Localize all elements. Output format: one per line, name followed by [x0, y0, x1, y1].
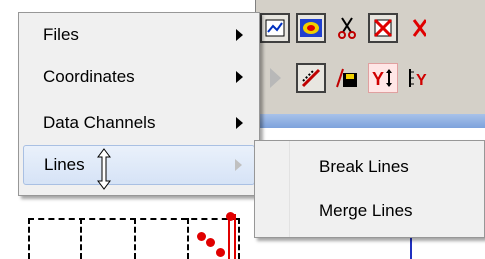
plot-marker	[226, 212, 235, 221]
plot-gridline	[187, 218, 189, 259]
plot-marker	[216, 248, 225, 257]
delete-icon[interactable]	[368, 13, 398, 43]
svg-text:Y: Y	[372, 69, 384, 89]
plot-stem	[234, 214, 236, 259]
plot-gridline	[134, 218, 136, 259]
resize-cursor-icon	[97, 148, 111, 190]
y-scale-icon[interactable]: Y	[368, 63, 398, 93]
line-tool-icon[interactable]	[296, 63, 326, 93]
menu-item-data-channels[interactable]: Data Channels	[23, 103, 255, 143]
menu-item-label: Data Channels	[43, 113, 156, 132]
menu-item-label: Coordinates	[43, 67, 135, 86]
menu-item-label: Merge Lines	[319, 201, 413, 220]
lines-submenu: Break Lines Merge Lines	[254, 140, 485, 238]
title-strip	[255, 114, 485, 128]
color-map-icon[interactable]	[296, 13, 326, 43]
plot-gridline	[80, 218, 82, 259]
menu-item-coordinates[interactable]: Coordinates	[23, 57, 255, 97]
menu-item-label: Break Lines	[319, 157, 409, 176]
play-icon[interactable]	[260, 63, 290, 93]
menu-item-files[interactable]: Files	[23, 15, 255, 55]
save-icon[interactable]	[332, 63, 362, 93]
plot-gridline	[238, 218, 240, 259]
submenu-arrow-icon	[235, 159, 242, 171]
menu-item-label: Lines	[44, 155, 85, 174]
toolbar: Y Y	[255, 0, 485, 122]
menu-item-lines[interactable]: Lines	[23, 145, 255, 185]
cut-icon[interactable]	[332, 13, 362, 43]
submenu-arrow-icon	[236, 117, 243, 129]
menu-item-label: Files	[43, 25, 79, 44]
line-chart-icon[interactable]	[260, 13, 290, 43]
submenu-arrow-icon	[236, 71, 243, 83]
svg-text:Y: Y	[416, 72, 427, 89]
toolbar-row-bottom: Y Y	[256, 58, 485, 98]
plot-marker	[206, 238, 215, 247]
plot-marker	[197, 232, 206, 241]
close-icon[interactable]	[404, 13, 434, 43]
y-axis-icon[interactable]: Y	[404, 63, 434, 93]
plot-gridline	[28, 218, 30, 259]
menu-item-merge-lines[interactable]: Merge Lines	[259, 191, 481, 231]
context-menu: Files Coordinates Data Channels Lines	[18, 12, 260, 196]
toolbar-row-top	[256, 8, 485, 48]
plot-gridline	[28, 218, 238, 220]
menu-item-break-lines[interactable]: Break Lines	[259, 147, 481, 187]
submenu-arrow-icon	[236, 29, 243, 41]
